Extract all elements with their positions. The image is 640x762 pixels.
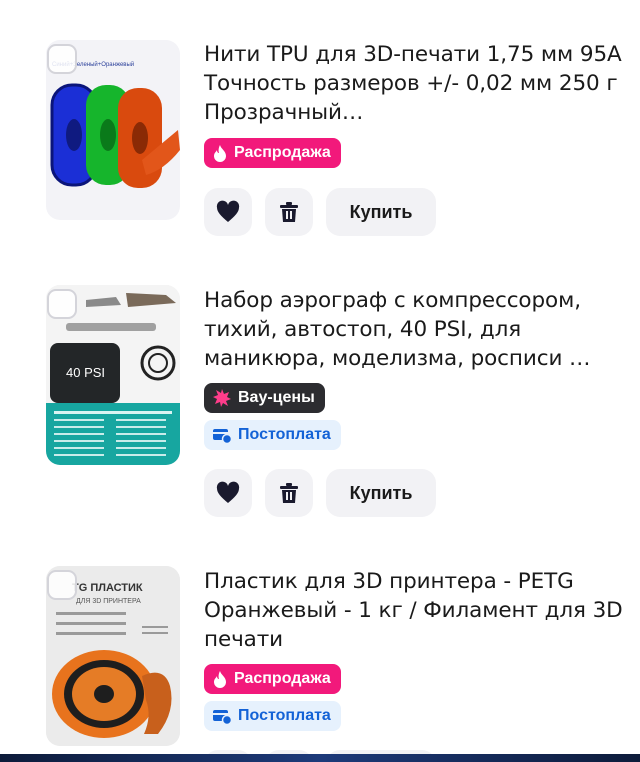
- favorite-button[interactable]: [204, 469, 252, 517]
- trash-icon: [280, 483, 298, 503]
- card-clock-icon: [213, 429, 232, 444]
- select-checkbox[interactable]: [47, 44, 77, 74]
- badge-label: Постоплата: [238, 707, 331, 724]
- select-checkbox[interactable]: [47, 570, 77, 600]
- image-subcaption: ДЛЯ 3D ПРИНТЕРА: [76, 598, 141, 605]
- buy-button[interactable]: Купить: [326, 469, 436, 517]
- fire-icon: [214, 145, 226, 162]
- badge-label: Постоплата: [238, 426, 331, 443]
- fire-icon: [214, 671, 226, 688]
- trash-icon: [280, 202, 298, 222]
- buy-button[interactable]: Купить: [326, 188, 436, 236]
- product-title[interactable]: Пластик для 3D принтера - PETG Оранжевый…: [204, 567, 624, 654]
- image-caption: 40 PSI: [66, 365, 105, 380]
- product-title[interactable]: Набор аэрограф с компрессором, тихий, ав…: [204, 286, 624, 373]
- badge-postpay: Постоплата: [204, 420, 341, 450]
- favorite-button[interactable]: [204, 188, 252, 236]
- delete-button[interactable]: [265, 469, 313, 517]
- badge-wow-price: Вау-цены: [204, 383, 325, 413]
- image-caption: TG ПЛАСТИК: [72, 582, 143, 594]
- badge-label: Распродажа: [234, 670, 331, 687]
- badge-label: Распродажа: [234, 144, 331, 161]
- badge-sale: Распродажа: [204, 138, 341, 168]
- product-title[interactable]: Нити TPU для 3D-печати 1,75 мм 95A Точно…: [204, 40, 624, 127]
- badge-label: Вау-цены: [238, 389, 315, 406]
- badge-postpay: Постоплата: [204, 701, 341, 731]
- heart-icon: [216, 481, 240, 503]
- bottom-nav-bar: [0, 754, 640, 762]
- select-checkbox[interactable]: [47, 289, 77, 319]
- badge-sale: Распродажа: [204, 664, 341, 694]
- delete-button[interactable]: [265, 188, 313, 236]
- star-burst-icon: [213, 389, 231, 407]
- card-clock-icon: [213, 710, 232, 725]
- heart-icon: [216, 200, 240, 222]
